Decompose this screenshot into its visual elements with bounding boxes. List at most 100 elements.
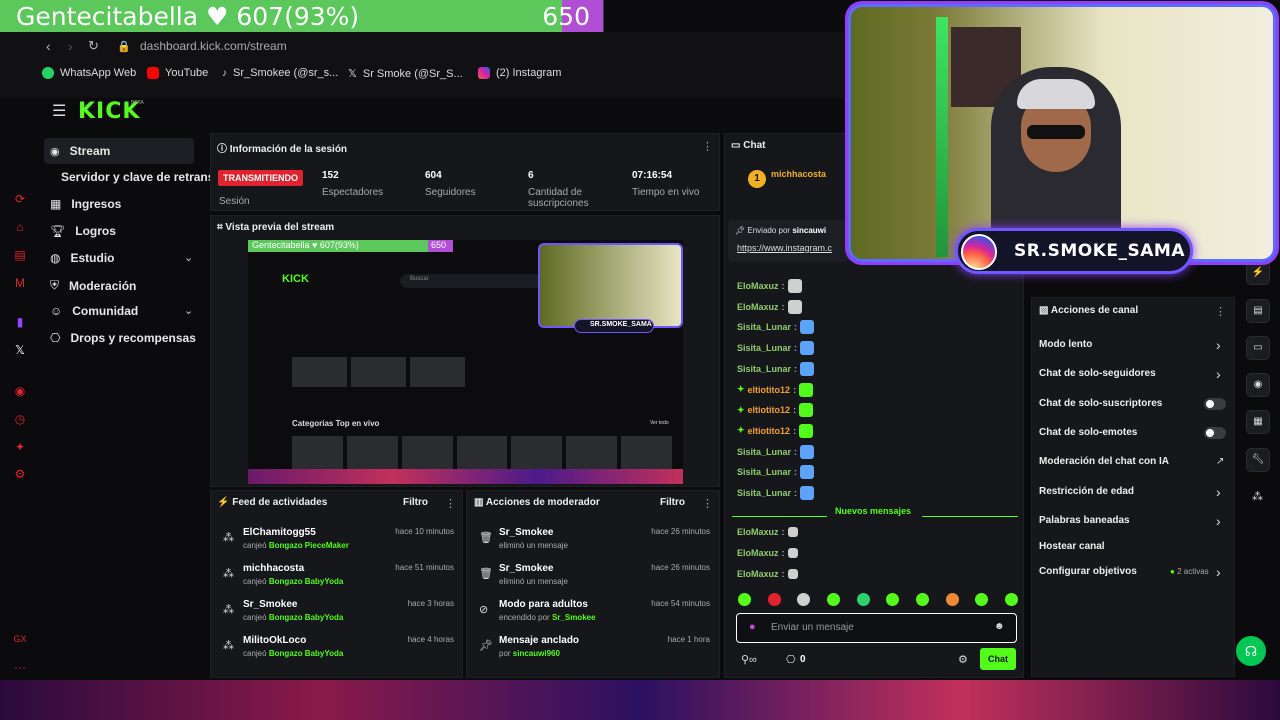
rail-icon-2[interactable]: ⌂ xyxy=(12,220,28,236)
send-chat-button[interactable]: Chat xyxy=(980,648,1016,670)
chevron-right-icon[interactable]: › xyxy=(1216,564,1221,580)
more-options-icon[interactable]: ⋮ xyxy=(702,140,713,153)
channel-action-item[interactable]: Chat de solo-emotes xyxy=(1039,427,1137,438)
chat-username[interactable]: Sisita_Lunar xyxy=(737,488,791,498)
external-link-icon[interactable]: ↗ xyxy=(1216,456,1224,467)
chat-username[interactable]: EloMaxuz xyxy=(737,569,779,579)
layout-icon[interactable]: ▦ xyxy=(1246,410,1270,434)
sidebar-item-ingresos[interactable]: ▦ Ingresos xyxy=(50,197,121,211)
chat-message[interactable]: Sisita_Lunar: xyxy=(737,444,815,459)
chat-message[interactable]: Sisita_Lunar: xyxy=(737,341,815,356)
chevron-right-icon[interactable]: › xyxy=(1216,513,1221,529)
chat-message[interactable]: ✦ eltiotito12: xyxy=(737,382,814,397)
gift-icon[interactable]: ⎔ xyxy=(786,653,796,666)
chat-message[interactable]: Sisita_Lunar: xyxy=(737,320,815,335)
chat-message[interactable]: EloMaxuz: xyxy=(737,548,798,558)
mic-icon[interactable]: ● xyxy=(749,621,756,633)
channel-action-item[interactable]: Configurar objetivos xyxy=(1039,566,1137,577)
emote-icon[interactable] xyxy=(975,593,989,606)
bookmark-instagram[interactable]: (2) Instagram xyxy=(478,67,561,79)
more-options-icon[interactable]: ⋮ xyxy=(445,497,456,510)
sidebar-item-drops[interactable]: ⎔ Drops y recompensas xyxy=(50,331,196,345)
channel-action-item[interactable]: Modo lento xyxy=(1039,339,1092,350)
chat-username[interactable]: Sisita_Lunar xyxy=(737,343,791,353)
gx-icon[interactable]: GX xyxy=(12,634,28,650)
list-item[interactable]: ⁂ MilitoOkLoco canjeó Bongazo BabyYoda h… xyxy=(223,635,454,658)
list-item[interactable]: ⊘ Modo para adultos encendido por Sr_Smo… xyxy=(479,599,710,622)
chevron-right-icon[interactable]: › xyxy=(1216,484,1221,500)
emote-icon[interactable] xyxy=(856,593,870,606)
puzzle-icon[interactable]: ✦ xyxy=(12,440,28,456)
twitch-icon[interactable]: ▮ xyxy=(12,315,28,331)
chat-username[interactable]: EloMaxuz xyxy=(737,281,779,291)
forward-icon[interactable]: › xyxy=(68,38,73,54)
activity-filter-button[interactable]: Filtro xyxy=(403,497,428,508)
stream-preview[interactable]: Gentecitabella ♥ 607(93%) 650 KICK Buscar… xyxy=(248,240,683,484)
sidebar-item-comunidad[interactable]: ☺ Comunidad xyxy=(50,304,138,318)
community-icon[interactable]: ⁂ xyxy=(1252,490,1263,503)
chat-message[interactable]: EloMaxuz: xyxy=(737,299,802,314)
emote-icon[interactable] xyxy=(797,593,811,606)
emote-icon[interactable] xyxy=(915,593,929,606)
emote-icon[interactable] xyxy=(886,593,900,606)
lightning-icon[interactable]: ⚡ xyxy=(1246,261,1270,285)
chat-message[interactable]: EloMaxuz: xyxy=(737,527,798,537)
chat-username[interactable]: EloMaxuz xyxy=(737,548,779,558)
wrench-icon[interactable]: 🔧︎ xyxy=(1246,448,1270,472)
emote-icon[interactable] xyxy=(1004,593,1018,606)
list-item[interactable]: 🗑︎ Sr_Smokee eliminó un mensaje hace 26 … xyxy=(479,527,710,550)
top-user[interactable]: michhacosta xyxy=(771,169,826,179)
rail-icon-1[interactable]: ⟳ xyxy=(12,192,28,208)
address-bar[interactable]: dashboard.kick.com/stream xyxy=(140,39,287,53)
list-item[interactable]: ⁂ michhacosta canjeó Bongazo BabyYoda ha… xyxy=(223,563,454,586)
chat-message[interactable]: ✦ eltiotito12: xyxy=(737,403,814,418)
more-options-icon[interactable]: ⋮ xyxy=(702,497,713,510)
bookmark-whatsapp[interactable]: WhatsApp Web xyxy=(42,67,136,79)
rail-icon-7[interactable]: ◉ xyxy=(12,384,28,400)
bookmark-tiktok[interactable]: ♪ Sr_Smokee (@sr_s... xyxy=(222,67,338,79)
chat-message[interactable]: Sisita_Lunar: xyxy=(737,361,815,376)
toggle-switch[interactable] xyxy=(1204,427,1226,439)
emote-icon[interactable] xyxy=(945,593,959,606)
chat-username[interactable]: eltiotito12 xyxy=(748,385,791,395)
pinned-link[interactable]: https://www.instagram.c xyxy=(737,243,832,253)
channel-action-item[interactable]: Chat de solo-seguidores xyxy=(1039,368,1156,379)
back-icon[interactable]: ‹ xyxy=(46,38,51,54)
bookmark-youtube[interactable]: YouTube xyxy=(147,67,208,79)
list-item[interactable]: 📌︎ Mensaje anclado por sincauwi960 hace … xyxy=(479,635,710,658)
list-item[interactable]: 🗑︎ Sr_Smokee eliminó un mensaje hace 26 … xyxy=(479,563,710,586)
rail-icon-3[interactable]: ▤ xyxy=(12,248,28,264)
emote-icon[interactable] xyxy=(767,593,781,606)
infinity-icon[interactable]: ⚲∞ xyxy=(741,653,757,666)
chat-message[interactable]: Sisita_Lunar: xyxy=(737,486,815,500)
chat-username[interactable]: Sisita_Lunar xyxy=(737,447,791,457)
more-options-icon[interactable]: ⋮ xyxy=(1215,305,1226,318)
modactions-filter-button[interactable]: Filtro xyxy=(660,497,685,508)
channel-action-item[interactable]: Restricción de edad xyxy=(1039,486,1134,497)
chevron-down-icon[interactable]: ⌄ xyxy=(184,304,193,317)
channel-action-item[interactable]: Chat de solo-suscriptores xyxy=(1039,398,1162,409)
sidebar-item-server-key[interactable]: Servidor y clave de retransm xyxy=(61,170,225,184)
settings-icon[interactable]: ⚙ xyxy=(12,467,28,483)
chat-message[interactable]: ✦ eltiotito12: xyxy=(737,423,814,438)
sidebar-item-estudio[interactable]: ◍ Estudio xyxy=(50,251,114,265)
chat-username[interactable]: Sisita_Lunar xyxy=(737,364,791,374)
chat-username[interactable]: EloMaxuz xyxy=(737,302,779,312)
x-rail-icon[interactable]: 𝕏 xyxy=(12,343,28,359)
chat-username[interactable]: EloMaxuz xyxy=(737,527,779,537)
chat-message[interactable]: EloMaxuz: xyxy=(737,279,802,293)
chat-username[interactable]: Sisita_Lunar xyxy=(737,467,791,477)
chat-icon[interactable]: ▭ xyxy=(1246,336,1270,360)
chat-message[interactable]: EloMaxuz: xyxy=(737,569,798,579)
channel-action-item[interactable]: Moderación del chat con IA xyxy=(1039,456,1169,467)
list-icon[interactable]: ▤ xyxy=(1246,299,1270,323)
chat-message[interactable]: Sisita_Lunar: xyxy=(737,465,815,480)
menu-icon[interactable]: ☰ xyxy=(52,101,66,121)
chat-username[interactable]: eltiotito12 xyxy=(748,426,791,436)
toggle-switch[interactable] xyxy=(1204,398,1226,410)
emote-icon[interactable] xyxy=(738,593,751,606)
chat-username[interactable]: eltiotito12 xyxy=(748,405,791,415)
reload-icon[interactable]: ↻ xyxy=(88,38,99,54)
bookmark-x[interactable]: 𝕏 Sr Smoke (@Sr_S... xyxy=(348,67,463,81)
chat-input[interactable]: ● Enviar un mensaje ☻ xyxy=(736,613,1017,643)
